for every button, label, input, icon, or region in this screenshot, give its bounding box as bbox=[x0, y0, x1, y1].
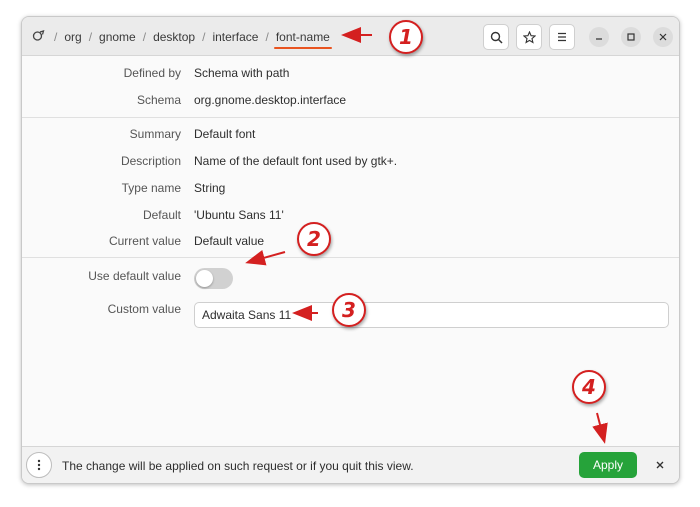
annotation-badge-2: 2 bbox=[297, 222, 331, 256]
annotation-badge-1: 1 bbox=[389, 20, 423, 54]
annotation-badge-3: 3 bbox=[332, 293, 366, 327]
annotation-badge-4: 4 bbox=[572, 370, 606, 404]
annotation-arrow bbox=[245, 27, 608, 444]
